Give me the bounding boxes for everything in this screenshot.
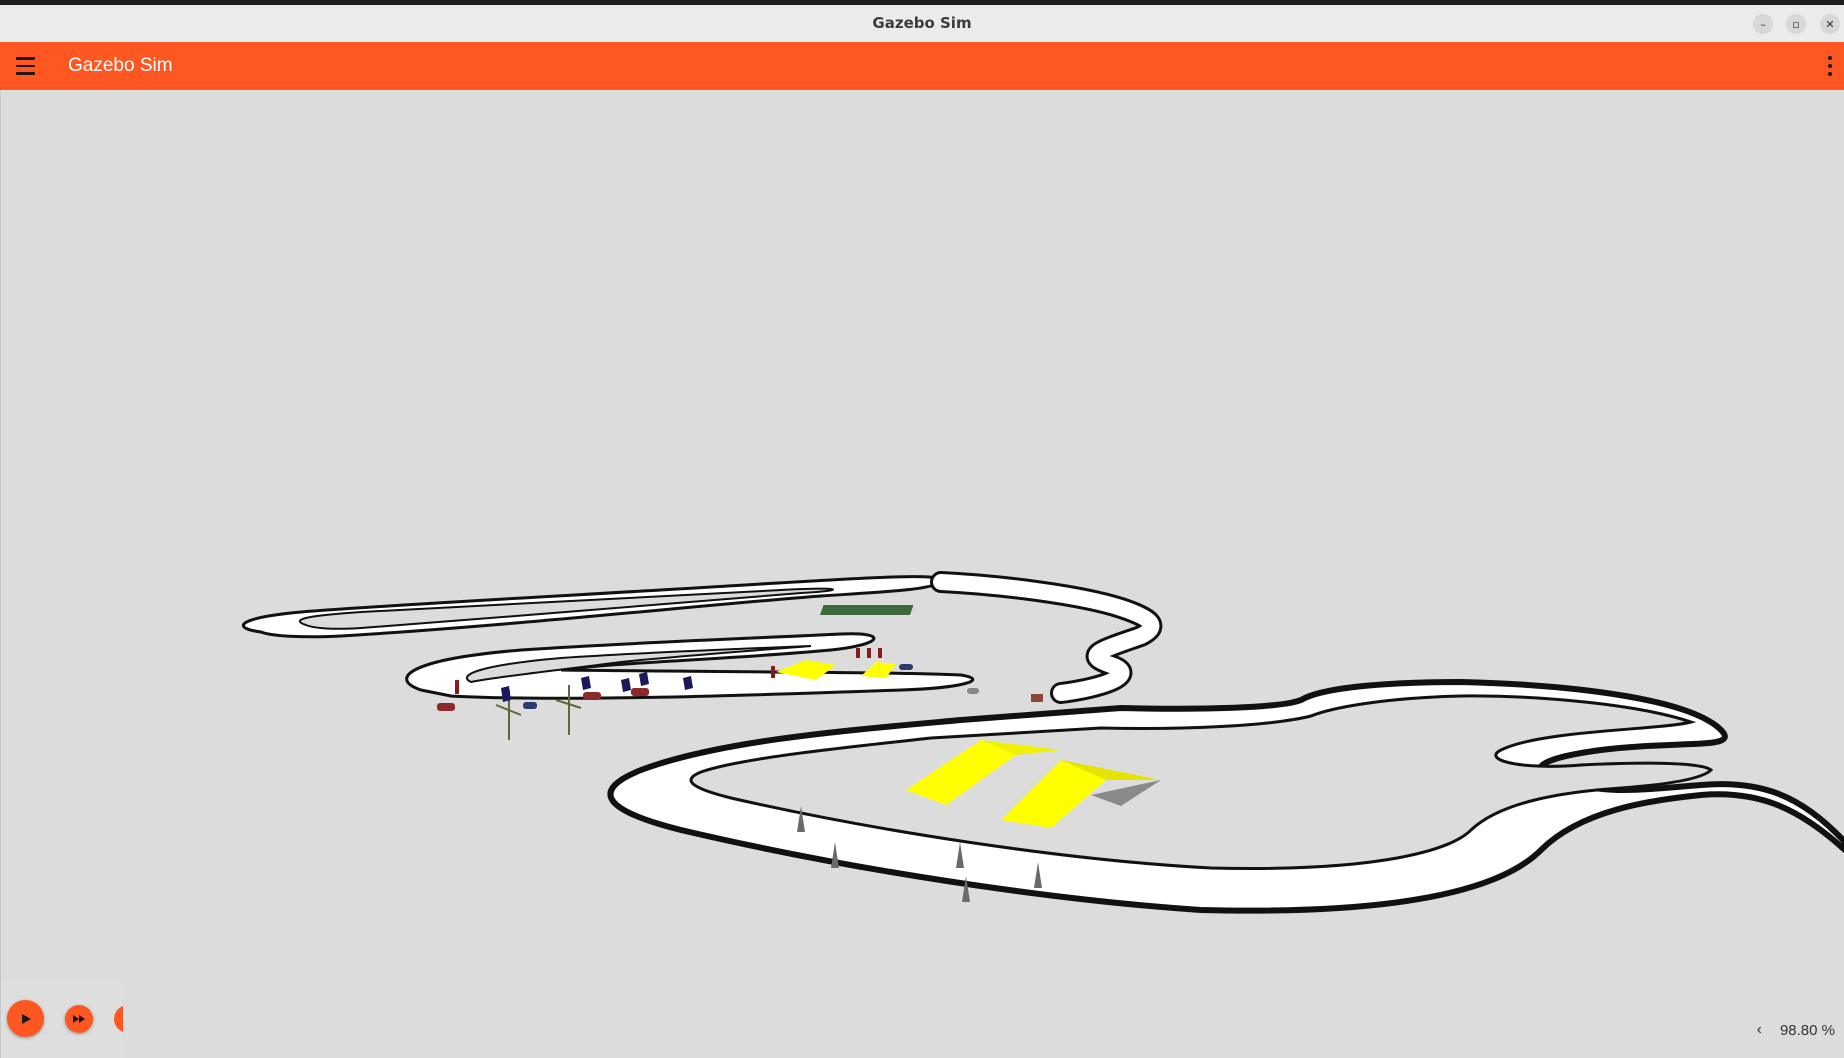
minimize-icon: – <box>1760 17 1766 31</box>
near-track-loop <box>607 678 1844 914</box>
restore-button[interactable]: ▫ <box>1786 14 1806 34</box>
minimize-button[interactable]: – <box>1753 14 1773 34</box>
window-title: Gazebo Sim <box>872 14 972 32</box>
playback-controls <box>1 980 123 1058</box>
restore-icon: ▫ <box>1792 17 1800 31</box>
fast-forward-icon <box>73 1015 85 1023</box>
app-toolbar: Gazebo Sim <box>0 42 1844 90</box>
app-title: Gazebo Sim <box>68 55 173 76</box>
real-time-factor-panel: ‹ 98.80 % <box>1757 1016 1835 1044</box>
play-icon <box>21 1013 31 1024</box>
hamburger-menu-icon[interactable] <box>12 53 38 79</box>
chevron-left-icon[interactable]: ‹ <box>1757 1021 1762 1039</box>
race-track-scene <box>241 571 1844 914</box>
more-vertical-icon[interactable] <box>1822 54 1838 78</box>
window-titlebar: Gazebo Sim – ▫ ✕ <box>0 5 1844 43</box>
3d-scene-viewport[interactable]: ‹ 98.80 % <box>0 90 1844 1058</box>
real-time-factor: 98.80 % <box>1779 1021 1835 1039</box>
close-icon: ✕ <box>1825 17 1835 31</box>
close-button[interactable]: ✕ <box>1820 14 1840 34</box>
play-button[interactable] <box>7 1000 44 1037</box>
step-button[interactable] <box>65 1005 93 1033</box>
gazebo-window: Gazebo Sim – ▫ ✕ Gazebo Sim ‹ 98.80 % <box>0 0 1844 1058</box>
multi-step-button[interactable] <box>114 1005 123 1033</box>
